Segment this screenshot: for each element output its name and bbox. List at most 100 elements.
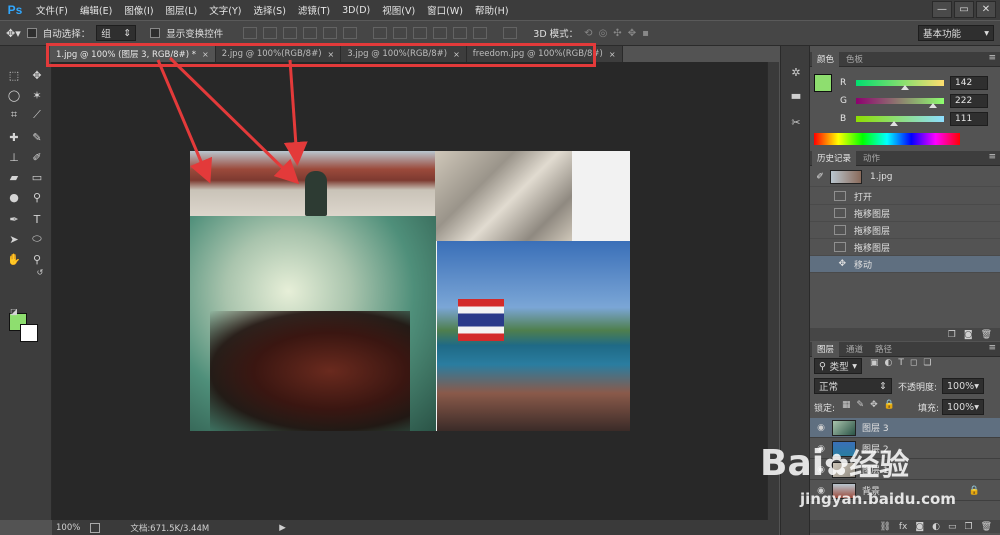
tab-layers[interactable]: 图层 <box>812 341 840 357</box>
folder-icon[interactable]: ▭ <box>948 522 957 532</box>
menu-view[interactable]: 视图(V) <box>376 3 421 17</box>
eraser-icon[interactable]: ▰ <box>4 168 24 186</box>
history-item[interactable]: 拖移图层 <box>810 239 1000 256</box>
swap-colors-icon[interactable]: ↺ <box>30 263 50 281</box>
hand-tool-icon[interactable]: ✋ <box>4 250 24 268</box>
3d-roll-icon[interactable]: ◎ <box>599 28 608 39</box>
image-filter-icon[interactable]: ▣ <box>870 358 879 368</box>
lock-position-icon[interactable]: ✥ <box>870 400 878 410</box>
align-center-icon[interactable] <box>323 27 338 39</box>
tab-swatches[interactable]: 色板 <box>841 52 868 67</box>
tab-history[interactable]: 历史记录 <box>812 150 857 166</box>
background-color-swatch[interactable] <box>20 324 38 342</box>
link-icon[interactable]: ⛓ <box>879 522 890 532</box>
lock-transparent-icon[interactable]: ▦ <box>842 400 851 410</box>
type-tool-icon[interactable]: T <box>27 210 47 228</box>
zoom-level[interactable]: 100% <box>56 523 80 533</box>
play-icon[interactable]: ▶ <box>279 523 286 533</box>
histogram-icon[interactable]: ▃ <box>788 84 804 100</box>
healing-brush-icon[interactable]: ✚ <box>4 128 24 146</box>
menu-file[interactable]: 文件(F) <box>30 3 74 17</box>
align-middle-icon[interactable] <box>263 27 278 39</box>
channel-g-slider[interactable] <box>856 98 944 108</box>
distribute-right-icon[interactable] <box>473 27 488 39</box>
minimize-button[interactable]: — <box>932 1 952 18</box>
lock-all-icon[interactable]: 🔒 <box>884 400 895 410</box>
trash-icon[interactable]: 🗑 <box>981 522 992 532</box>
clone-stamp-icon[interactable]: ⊥ <box>4 148 24 166</box>
channel-r-slider[interactable] <box>856 80 944 90</box>
align-right-icon[interactable] <box>343 27 358 39</box>
distribute-left-icon[interactable] <box>433 27 448 39</box>
menu-type[interactable]: 文字(Y) <box>203 3 247 17</box>
ellipse-tool-icon[interactable]: ⬭ <box>27 230 47 248</box>
smart-filter-icon[interactable]: ❏ <box>923 358 931 368</box>
color-fg-swatch[interactable] <box>814 74 832 92</box>
magic-wand-icon[interactable]: ✶ <box>27 86 47 104</box>
tab-actions[interactable]: 动作 <box>858 151 885 166</box>
document-canvas[interactable] <box>190 151 630 431</box>
camera-icon[interactable]: ◙ <box>964 330 973 340</box>
3d-slide-icon[interactable]: ✥ <box>628 28 636 39</box>
menu-image[interactable]: 图像(I) <box>118 3 159 17</box>
doc-info-icon[interactable] <box>90 522 101 533</box>
3d-scale-icon[interactable]: ▪ <box>642 28 649 39</box>
color-spectrum[interactable] <box>814 133 960 145</box>
tab-color[interactable]: 颜色 <box>812 51 840 67</box>
layer-name[interactable]: 图层 3 <box>862 421 889 434</box>
menu-filter[interactable]: 滤镜(T) <box>292 3 336 17</box>
type-filter-icon[interactable]: T <box>898 358 904 368</box>
fill-input[interactable]: 100% ▾ <box>942 399 984 415</box>
menu-window[interactable]: 窗口(W) <box>421 3 469 17</box>
screen-mode-icon[interactable] <box>4 302 24 320</box>
history-item[interactable]: 拖移图层 <box>810 205 1000 222</box>
distribute-bottom-icon[interactable] <box>413 27 428 39</box>
auto-select-dropdown[interactable]: 组 ⇕ <box>96 25 137 41</box>
menu-layer[interactable]: 图层(L) <box>160 3 204 17</box>
gradient-tool-icon[interactable]: ▭ <box>27 168 47 186</box>
auto-select-checkbox[interactable] <box>26 28 37 38</box>
align-left-icon[interactable] <box>303 27 318 39</box>
tab-paths[interactable]: 路径 <box>870 342 897 357</box>
slider-thumb[interactable] <box>928 103 937 108</box>
navigator-icon[interactable]: ✲ <box>788 64 804 80</box>
adjustment-icon[interactable]: ◐ <box>932 522 940 532</box>
mask-icon[interactable]: ◙ <box>915 522 924 532</box>
channel-g-value[interactable]: 222 <box>950 94 988 108</box>
layer-row-selected[interactable]: ◉ 图层 3 <box>810 418 1000 438</box>
trash-icon[interactable]: 🗑 <box>981 330 992 340</box>
history-item-selected[interactable]: ✥ 移动 <box>810 256 1000 273</box>
new-document-icon[interactable]: ❐ <box>948 330 956 340</box>
close-button[interactable]: ✕ <box>976 1 996 18</box>
pen-tool-icon[interactable]: ✒ <box>4 210 24 228</box>
move-tool-icon[interactable]: ✥ <box>27 66 47 84</box>
channel-b-value[interactable]: 111 <box>950 112 988 126</box>
align-top-icon[interactable] <box>243 27 258 39</box>
history-item[interactable]: 打开 <box>810 188 1000 205</box>
maximize-button[interactable]: ▭ <box>954 1 974 18</box>
history-item[interactable]: 拖移图层 <box>810 222 1000 239</box>
menu-edit[interactable]: 编辑(E) <box>74 3 118 17</box>
eye-icon[interactable]: ◉ <box>810 423 832 433</box>
history-brush-icon[interactable]: ✐ <box>27 148 47 166</box>
tab-channels[interactable]: 通道 <box>841 342 868 357</box>
opacity-input[interactable]: 100% ▾ <box>942 378 984 394</box>
blur-tool-icon[interactable]: ● <box>4 188 24 206</box>
menu-select[interactable]: 选择(S) <box>247 3 291 17</box>
lock-pixels-icon[interactable]: ✎ <box>857 400 865 410</box>
menu-help[interactable]: 帮助(H) <box>469 3 515 17</box>
crop-tool-icon[interactable]: ⌗ <box>4 106 24 124</box>
tools-preset-icon[interactable]: ✂ <box>788 114 804 130</box>
3d-pan-icon[interactable]: ✣ <box>613 28 621 39</box>
blend-mode-dropdown[interactable]: 正常 ⇕ <box>814 378 892 394</box>
workspace-dropdown[interactable]: 基本功能 ▾ <box>918 25 994 41</box>
adjustment-filter-icon[interactable]: ◐ <box>885 358 893 368</box>
marquee-tool-icon[interactable]: ⬚ <box>4 66 24 84</box>
panel-menu-icon[interactable]: ≡ <box>988 343 996 353</box>
eyedropper-icon[interactable]: ⟋ <box>27 106 47 124</box>
channel-b-slider[interactable] <box>856 116 944 126</box>
distribute-top-icon[interactable] <box>373 27 388 39</box>
brush-tool-icon[interactable]: ✎ <box>27 128 47 146</box>
3d-rotate-icon[interactable]: ⟲ <box>584 28 592 39</box>
new-layer-icon[interactable]: ❐ <box>964 522 972 532</box>
